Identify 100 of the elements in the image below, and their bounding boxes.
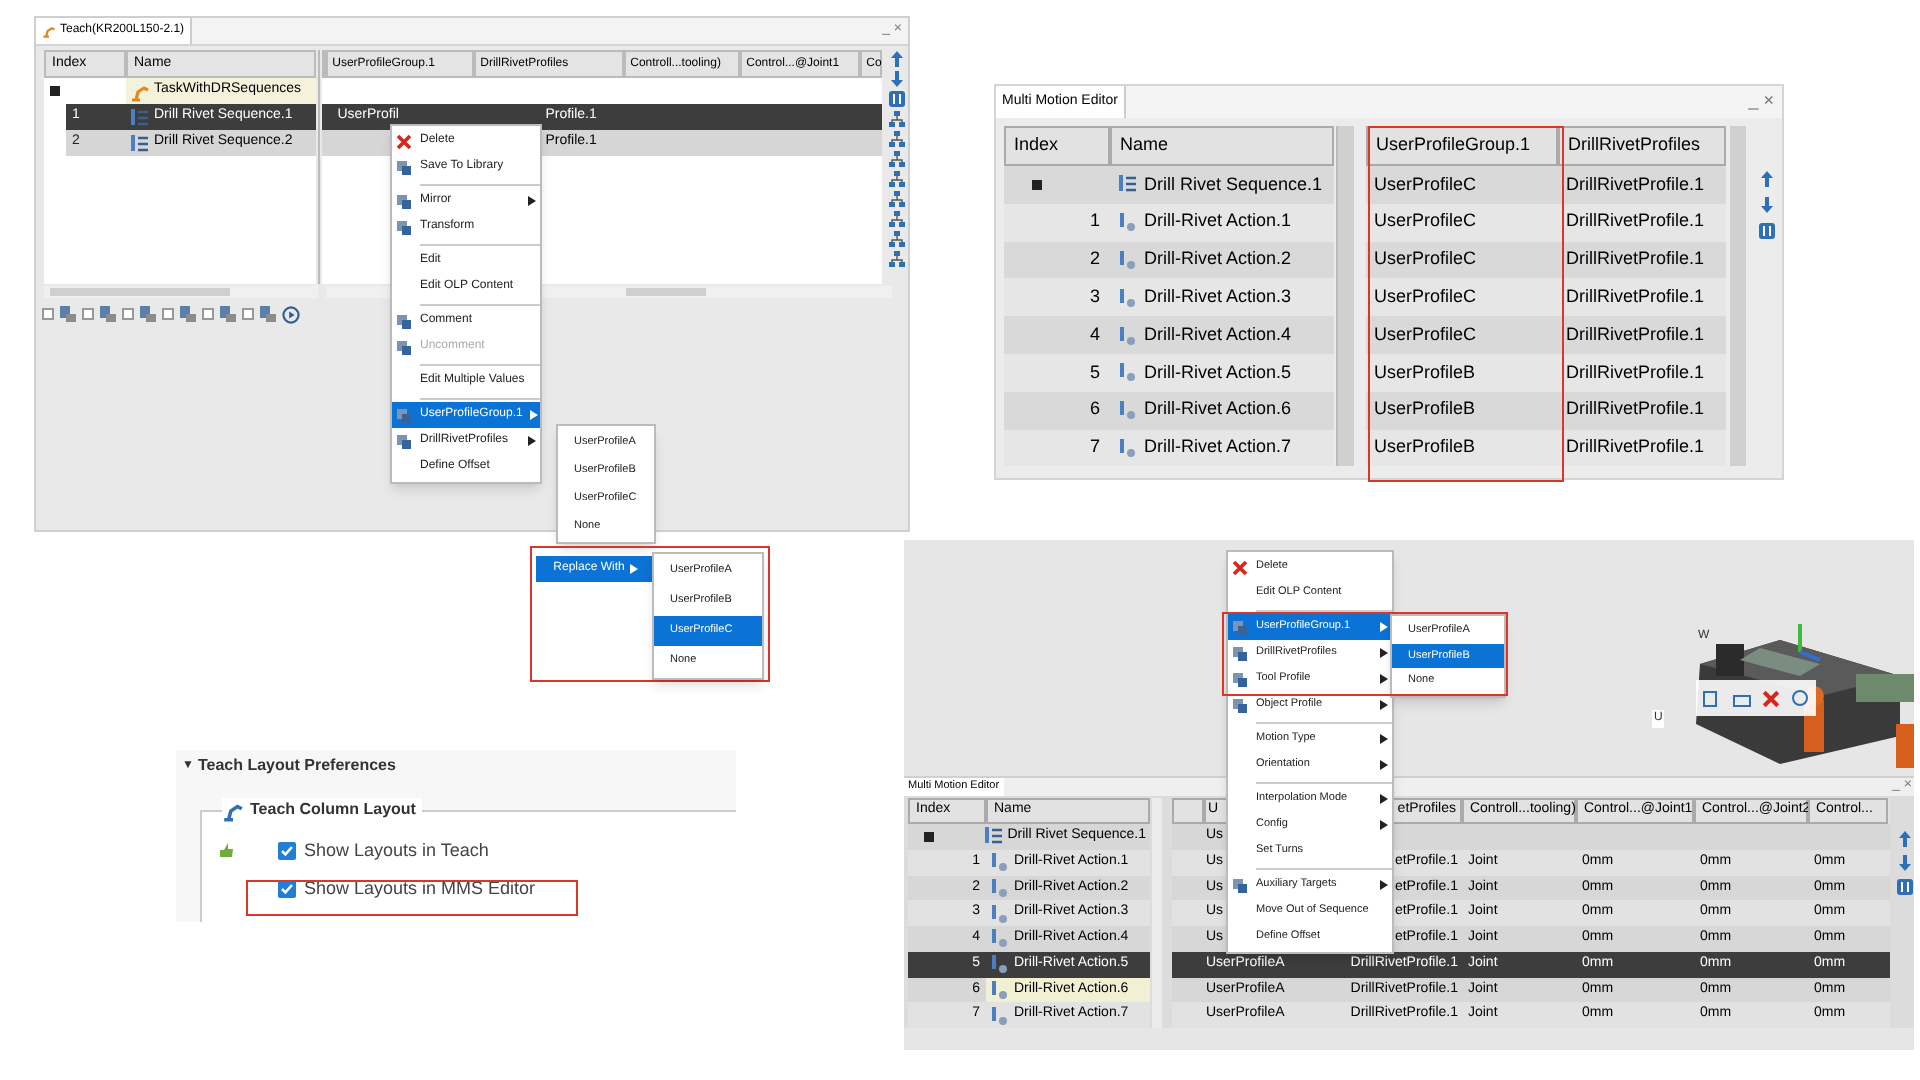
tool-icon[interactable]: [258, 304, 278, 324]
header-cell: [1171, 798, 1204, 824]
checkbox-label: Show Layouts in MMS Editor: [304, 875, 536, 902]
tree-node[interactable]: Drill-Rivet Action.6: [1110, 391, 1334, 430]
checkbox-label: Show Layouts in Teach: [304, 838, 489, 864]
tool-icon[interactable]: [58, 304, 78, 324]
sequence-icon: [1118, 174, 1138, 195]
scrollbar[interactable]: [1730, 126, 1746, 467]
checkbox[interactable]: [42, 308, 54, 320]
robot-arm-icon: [130, 81, 150, 101]
action-icon: [990, 903, 1010, 924]
arrow-down-icon[interactable]: [1896, 854, 1914, 872]
submenu-arrow-icon: [630, 564, 639, 574]
checkbox[interactable]: [162, 308, 174, 320]
checkbox[interactable]: [82, 308, 94, 320]
table-cell-text: UserProfileB: [1372, 396, 1478, 423]
index-cell-text: 7: [1089, 434, 1100, 461]
table-cell-text: DrillRivetProfile.1: [1564, 171, 1707, 198]
arrow-down-icon[interactable]: [1758, 196, 1776, 214]
scrollbar[interactable]: [1152, 798, 1162, 1028]
index-cell-text: 6: [1089, 396, 1100, 423]
tool-icon[interactable]: [1701, 688, 1722, 708]
submenu-arrow-icon: [1380, 674, 1388, 684]
arrow-down-icon[interactable]: [887, 70, 906, 88]
robot-arm-icon: [222, 799, 244, 821]
action-icon: [990, 852, 1010, 873]
submenu-arrow-icon: [528, 196, 536, 206]
collapse-toggle[interactable]: [1032, 179, 1042, 190]
tree-node[interactable]: Drill-Rivet Action.3: [1110, 278, 1334, 317]
table-cell-text: DrillRivetProfile.1: [1564, 208, 1707, 235]
action-icon: [1118, 437, 1138, 458]
tool-icon[interactable]: [98, 304, 118, 324]
tool-icon: [1232, 877, 1248, 893]
table-cell-text: DrillRivetProfile.1: [1564, 359, 1707, 386]
table-cell-text: DrillRivetProfile.1: [1564, 396, 1707, 423]
scrollbar[interactable]: [44, 286, 318, 298]
checkbox[interactable]: [242, 308, 254, 320]
tool-icon[interactable]: [178, 304, 198, 324]
table-cell-text: UserProfileC: [1372, 321, 1479, 348]
hierarchy-icon[interactable]: [887, 150, 906, 168]
action-icon: [1118, 400, 1138, 421]
index-cell-text: 4: [1089, 321, 1100, 348]
play-icon[interactable]: [282, 305, 300, 323]
tree-node[interactable]: Drill-Rivet Action.2: [1110, 241, 1334, 279]
scrollbar[interactable]: [1336, 126, 1354, 467]
table-cell-text: DrillRivetProfile.1: [1564, 246, 1707, 273]
table-cell-text: UserProfileC: [1372, 208, 1479, 235]
action-icon: [1118, 287, 1138, 308]
arrow-up-icon[interactable]: [1896, 830, 1914, 848]
table-cell-text: DrillRivetProfile.1: [1564, 321, 1707, 348]
hierarchy-icon[interactable]: [887, 130, 906, 148]
tree-node[interactable]: Drill-Rivet Action.7: [1110, 429, 1334, 467]
tree-node[interactable]: Drill-Rivet Action.4: [1110, 316, 1334, 354]
checkbox[interactable]: [278, 842, 296, 861]
close-icon: [1232, 559, 1248, 575]
checkbox[interactable]: [122, 308, 134, 320]
hierarchy-icon[interactable]: [887, 170, 906, 188]
column-header: Index: [1004, 126, 1110, 166]
tool-icon[interactable]: [138, 304, 158, 324]
column-header: Name: [1110, 126, 1334, 166]
hierarchy-icon[interactable]: [887, 110, 906, 128]
close-icon[interactable]: [1762, 689, 1781, 707]
table-cell-text: UserProfileC: [1372, 171, 1479, 198]
index-cell-text: 5: [1089, 359, 1100, 386]
action-icon: [1118, 249, 1138, 270]
table-cell-text: DrillRivetProfile.1: [1564, 434, 1707, 461]
hierarchy-icon[interactable]: [887, 210, 906, 228]
collapse-toggle[interactable]: [50, 86, 60, 96]
submenu-arrow-icon: [528, 436, 536, 446]
window-controls[interactable]: _ ×: [1748, 88, 1774, 116]
action-icon: [990, 877, 1010, 898]
hierarchy-icon[interactable]: [887, 230, 906, 248]
tool-icon[interactable]: [218, 304, 238, 324]
table-cell-text: UserProfileB: [1372, 434, 1478, 461]
checkbox[interactable]: [202, 308, 214, 320]
thumbs-up-icon: [218, 842, 234, 858]
sequence-icon: [983, 826, 1004, 847]
collapse-toggle[interactable]: [924, 831, 934, 842]
tool-icon[interactable]: [1790, 688, 1811, 708]
tool-icon: [396, 159, 412, 175]
submenu-arrow-icon: [1380, 648, 1388, 658]
column-header: DrillRivetProfiles: [1558, 126, 1726, 166]
robot-arm-icon: [42, 24, 56, 38]
close-icon: [396, 133, 412, 149]
action-icon: [1118, 362, 1138, 383]
arrow-up-icon[interactable]: [887, 50, 906, 68]
submenu-arrow-icon: [1380, 794, 1388, 804]
action-icon: [990, 928, 1010, 949]
tree-node[interactable]: Drill-Rivet Action.1: [1110, 203, 1334, 242]
table-cell-text: UserProfileC: [1372, 284, 1479, 311]
submenu-arrow-icon: [1380, 820, 1388, 830]
index-cell-text: 3: [1089, 284, 1100, 311]
table-cell-text: DrillRivetProfile.1: [1564, 284, 1707, 311]
hierarchy-icon[interactable]: [887, 250, 906, 268]
arrow-up-icon[interactable]: [1758, 170, 1776, 188]
index-cell-text: 2: [1089, 246, 1100, 273]
hierarchy-icon[interactable]: [887, 190, 906, 208]
tree-node[interactable]: Drill-Rivet Action.5: [1110, 353, 1334, 392]
action-icon: [990, 1005, 1010, 1026]
submenu-arrow-icon: [1380, 880, 1388, 890]
